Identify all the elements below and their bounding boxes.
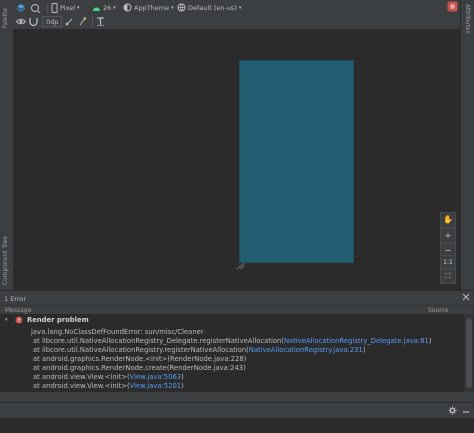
stack-line: at libcore.util.NativeAllocationRegistry… (33, 346, 366, 354)
source-link[interactable]: NativeAllocationRegistry.java:231 (249, 346, 363, 354)
bottom-bar (0, 417, 474, 433)
resize-handle-icon[interactable] (236, 262, 246, 270)
stack-line: at libcore.util.NativeAllocationRegistry… (33, 337, 432, 345)
source-link[interactable]: View.java:5201 (130, 382, 182, 390)
eye-icon[interactable] (16, 16, 26, 27)
constraint-toolbar: 0dp (13, 15, 460, 30)
horizontal-scroll-area (0, 392, 474, 402)
zoom-to-fit-button[interactable]: ⛶ (440, 268, 456, 284)
phone-icon (51, 2, 58, 13)
left-tool-strip: Palette Component Tree (0, 0, 14, 290)
close-icon[interactable] (462, 293, 470, 301)
clear-constraints-icon[interactable] (65, 16, 74, 27)
gear-icon[interactable] (448, 406, 457, 415)
theme-icon (123, 3, 132, 12)
component-tree-tab[interactable]: Component Tree (2, 236, 9, 285)
collapse-icon[interactable]: ▾ (5, 317, 8, 323)
error-message-list[interactable]: ▾ Render problem java.lang.NoClassDefFou… (0, 314, 464, 392)
stack-line: at android.graphics.RenderNode.create(Re… (33, 364, 246, 372)
error-panel-header: 1 Error (0, 290, 474, 306)
device-label: Pixel (60, 3, 76, 12)
problem-title: Render problem (27, 316, 89, 324)
stack-line: java.lang.NoClassDefFoundError: sun/misc… (31, 328, 204, 336)
attributes-tab[interactable]: Attributes (464, 4, 471, 34)
message-column-header[interactable]: Message (5, 307, 31, 314)
source-column-header[interactable]: Source (428, 307, 449, 314)
stack-line: at android.view.View.<init>(View.java:50… (33, 373, 184, 381)
design-mode-icon[interactable] (16, 2, 26, 13)
error-icon (15, 316, 23, 324)
infer-constraints-icon[interactable] (78, 16, 87, 27)
right-tool-strip: Attributes (460, 0, 474, 290)
globe-icon (177, 3, 186, 12)
text-baseline-icon[interactable] (96, 16, 105, 27)
device-preview[interactable] (239, 60, 354, 263)
api-selector[interactable]: 26 ▾ (92, 2, 116, 13)
blueprint-mode-icon[interactable] (30, 2, 41, 13)
minimize-icon[interactable] (462, 406, 470, 414)
pan-icon[interactable]: ✋ (440, 212, 456, 228)
android-icon (93, 7, 100, 11)
layout-toolbar: Pixel ▾ 26 ▾ AppTheme ▾ Default (en-us) … (13, 0, 460, 16)
stack-line: at android.view.View.<init>(View.java:52… (33, 382, 184, 390)
design-canvas[interactable] (13, 29, 460, 290)
locale-label: Default (en-us) (188, 3, 237, 12)
magnet-icon[interactable] (29, 16, 38, 27)
theme-selector[interactable]: AppTheme ▾ (123, 2, 174, 13)
theme-label: AppTheme (134, 3, 170, 12)
default-margin-value: 0dp (46, 17, 59, 26)
error-indicator-icon[interactable] (447, 1, 458, 12)
source-link[interactable]: NativeAllocationRegistry_Delegate.java:8… (284, 337, 429, 345)
device-selector[interactable]: Pixel ▾ (51, 2, 80, 13)
palette-tab[interactable]: Palette (2, 8, 9, 29)
default-margin-field[interactable]: 0dp (42, 16, 63, 27)
scrollbar-thumb[interactable] (466, 318, 472, 388)
status-bar (0, 402, 474, 418)
zoom-in-button[interactable]: + (440, 228, 456, 244)
locale-selector[interactable]: Default (en-us) ▾ (177, 2, 241, 13)
api-label: 26 (103, 3, 112, 12)
source-link[interactable]: View.java:5063 (130, 373, 182, 381)
error-count: 1 Error (4, 295, 27, 303)
stack-line: at android.graphics.RenderNode.<init>(Re… (33, 355, 247, 363)
